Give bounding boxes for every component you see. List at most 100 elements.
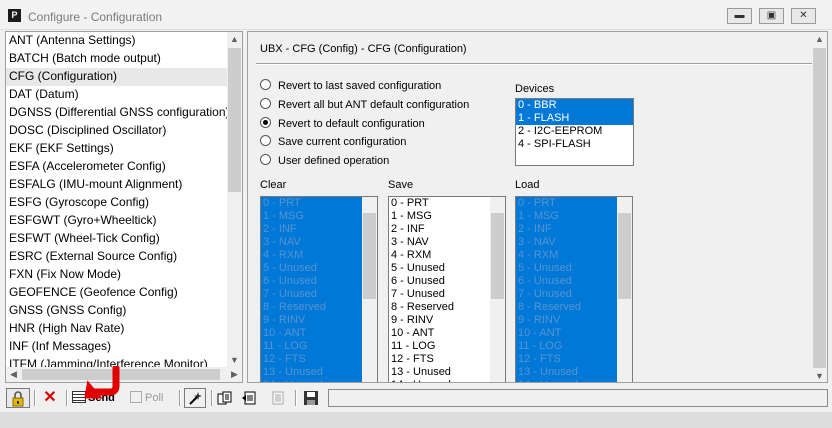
close-button[interactable]: ✕ xyxy=(791,8,816,24)
mask-item[interactable]: 7 - Unused xyxy=(389,288,505,301)
list-item[interactable]: ESRC (External Source Config) xyxy=(6,248,228,266)
clear-list-scrollbar[interactable] xyxy=(362,197,377,382)
mask-item[interactable]: 13 - Unused xyxy=(261,366,377,379)
list-item[interactable]: CFG (Configuration) xyxy=(6,68,228,86)
mask-item[interactable]: 14 - Unused xyxy=(516,379,632,382)
mask-item[interactable]: 12 - FTS xyxy=(516,353,632,366)
mask-item[interactable]: 4 - RXM xyxy=(261,249,377,262)
scroll-thumb[interactable] xyxy=(228,48,241,192)
radio-button[interactable] xyxy=(260,135,271,146)
mask-item[interactable]: 9 - RINV xyxy=(516,314,632,327)
list-item[interactable]: HNR (High Nav Rate) xyxy=(6,320,228,338)
poll-button[interactable]: Poll xyxy=(130,388,176,408)
scroll-up-icon[interactable]: ▲ xyxy=(227,32,242,47)
scroll-thumb[interactable] xyxy=(491,213,504,299)
config-panel-scrollbar[interactable]: ▲ ▼ xyxy=(812,32,827,382)
mask-item[interactable]: 10 - ANT xyxy=(516,327,632,340)
mask-item[interactable]: 14 - Unused xyxy=(261,379,377,382)
radio-button[interactable] xyxy=(260,154,271,165)
radio-user-defined[interactable]: User defined operation xyxy=(260,153,389,169)
mask-item[interactable]: 8 - Reserved xyxy=(261,301,377,314)
message-list-vscrollbar[interactable]: ▲ ▼ xyxy=(227,32,242,368)
save-mask-listbox[interactable]: 0 - PRT 1 - MSG 2 - INF 3 - NAV 4 - RXM 5 - U… xyxy=(388,196,506,382)
radio-save-current[interactable]: Save current configuration xyxy=(260,134,406,150)
list-item[interactable]: ESFGWT (Gyro+Wheeltick) xyxy=(6,212,228,230)
mask-item[interactable]: 0 - PRT xyxy=(261,197,377,210)
scroll-thumb[interactable] xyxy=(813,48,826,368)
scroll-thumb[interactable] xyxy=(363,213,376,299)
clear-mask-listbox[interactable]: 0 - PRT 1 - MSG 2 - INF 3 - NAV 4 - RXM 5 - U… xyxy=(260,196,378,382)
device-item[interactable]: 1 - FLASH xyxy=(516,112,633,125)
list-item[interactable]: DAT (Datum) xyxy=(6,86,228,104)
list-item[interactable]: DOSC (Disciplined Oscillator) xyxy=(6,122,228,140)
scroll-down-icon[interactable]: ▼ xyxy=(812,369,827,382)
load-mask-listbox[interactable]: 0 - PRT 1 - MSG 2 - INF 3 - NAV 4 - RXM 5 - U… xyxy=(515,196,633,382)
mask-item[interactable]: 9 - RINV xyxy=(389,314,505,327)
mask-item[interactable]: 13 - Unused xyxy=(389,366,505,379)
mask-item[interactable]: 4 - RXM xyxy=(389,249,505,262)
mask-item[interactable]: 1 - MSG xyxy=(389,210,505,223)
mask-item[interactable]: 6 - Unused xyxy=(516,275,632,288)
device-item[interactable]: 2 - I2C-EEPROM xyxy=(516,125,633,138)
mask-item[interactable]: 3 - NAV xyxy=(261,236,377,249)
list-item[interactable]: ESFA (Accelerometer Config) xyxy=(6,158,228,176)
device-item[interactable]: 0 - BBR xyxy=(516,99,633,112)
scroll-thumb[interactable] xyxy=(618,213,631,299)
mask-item[interactable]: 8 - Reserved xyxy=(516,301,632,314)
radio-revert-default[interactable]: Revert to default configuration xyxy=(260,116,425,132)
lock-icon[interactable] xyxy=(6,388,30,408)
scroll-left-icon[interactable]: ◀ xyxy=(6,367,21,382)
list-item[interactable]: GEOFENCE (Geofence Config) xyxy=(6,284,228,302)
scroll-up-icon[interactable]: ▲ xyxy=(812,32,827,47)
list-item[interactable]: BATCH (Batch mode output) xyxy=(6,50,228,68)
scroll-right-icon[interactable]: ▶ xyxy=(227,367,242,382)
list-item[interactable]: INF (Inf Messages) xyxy=(6,338,228,356)
mask-item[interactable]: 0 - PRT xyxy=(389,197,505,210)
list-item[interactable]: ESFWT (Wheel-Tick Config) xyxy=(6,230,228,248)
magic-icon[interactable] xyxy=(184,388,206,408)
list-item[interactable]: ESFG (Gyroscope Config) xyxy=(6,194,228,212)
list-icon[interactable] xyxy=(268,388,288,408)
save-disk-icon[interactable] xyxy=(301,388,321,408)
mask-item[interactable]: 11 - LOG xyxy=(389,340,505,353)
list-item[interactable]: DGNSS (Differential GNSS configuration) xyxy=(6,104,228,122)
list-item[interactable]: ANT (Antenna Settings) xyxy=(6,32,228,50)
minimize-button[interactable]: ▬ xyxy=(727,8,752,24)
mask-item[interactable]: 2 - INF xyxy=(261,223,377,236)
mask-item[interactable]: 13 - Unused xyxy=(516,366,632,379)
mask-item[interactable]: 6 - Unused xyxy=(389,275,505,288)
maximize-button[interactable]: ▣ xyxy=(759,8,784,24)
mask-item[interactable]: 2 - INF xyxy=(389,223,505,236)
mask-item[interactable]: 10 - ANT xyxy=(389,327,505,340)
mask-item[interactable]: 11 - LOG xyxy=(516,340,632,353)
mask-item[interactable]: 5 - Unused xyxy=(389,262,505,275)
mask-item[interactable]: 12 - FTS xyxy=(261,353,377,366)
save-list-scrollbar[interactable] xyxy=(490,197,505,382)
mask-item[interactable]: 9 - RINV xyxy=(261,314,377,327)
list-item[interactable]: ESFALG (IMU-mount Alignment) xyxy=(6,176,228,194)
mask-item[interactable]: 5 - Unused xyxy=(261,262,377,275)
mask-item[interactable]: 1 - MSG xyxy=(516,210,632,223)
mask-item[interactable]: 0 - PRT xyxy=(516,197,632,210)
radio-button-checked[interactable] xyxy=(260,117,271,128)
list-item[interactable]: FXN (Fix Now Mode) xyxy=(6,266,228,284)
radio-button[interactable] xyxy=(260,79,271,90)
mask-item[interactable]: 8 - Reserved xyxy=(389,301,505,314)
mask-item[interactable]: 7 - Unused xyxy=(261,288,377,301)
mask-item[interactable]: 4 - RXM xyxy=(516,249,632,262)
mask-item[interactable]: 10 - ANT xyxy=(261,327,377,340)
title-bar[interactable]: P Configure - Configuration ▬ ▣ ✕ xyxy=(0,0,832,30)
mask-item[interactable]: 1 - MSG xyxy=(261,210,377,223)
copy-icon[interactable] xyxy=(215,388,235,408)
mask-item[interactable]: 2 - INF xyxy=(516,223,632,236)
mask-item[interactable]: 11 - LOG xyxy=(261,340,377,353)
load-list-scrollbar[interactable] xyxy=(617,197,632,382)
mask-item[interactable]: 12 - FTS xyxy=(389,353,505,366)
radio-revert-saved[interactable]: Revert to last saved configuration xyxy=(260,78,441,94)
cancel-icon[interactable]: ✕ xyxy=(40,388,60,408)
transfer-icon[interactable] xyxy=(240,388,260,408)
mask-item[interactable]: 3 - NAV xyxy=(516,236,632,249)
scroll-down-icon[interactable]: ▼ xyxy=(227,353,242,368)
mask-item[interactable]: 6 - Unused xyxy=(261,275,377,288)
list-item[interactable]: EKF (EKF Settings) xyxy=(6,140,228,158)
